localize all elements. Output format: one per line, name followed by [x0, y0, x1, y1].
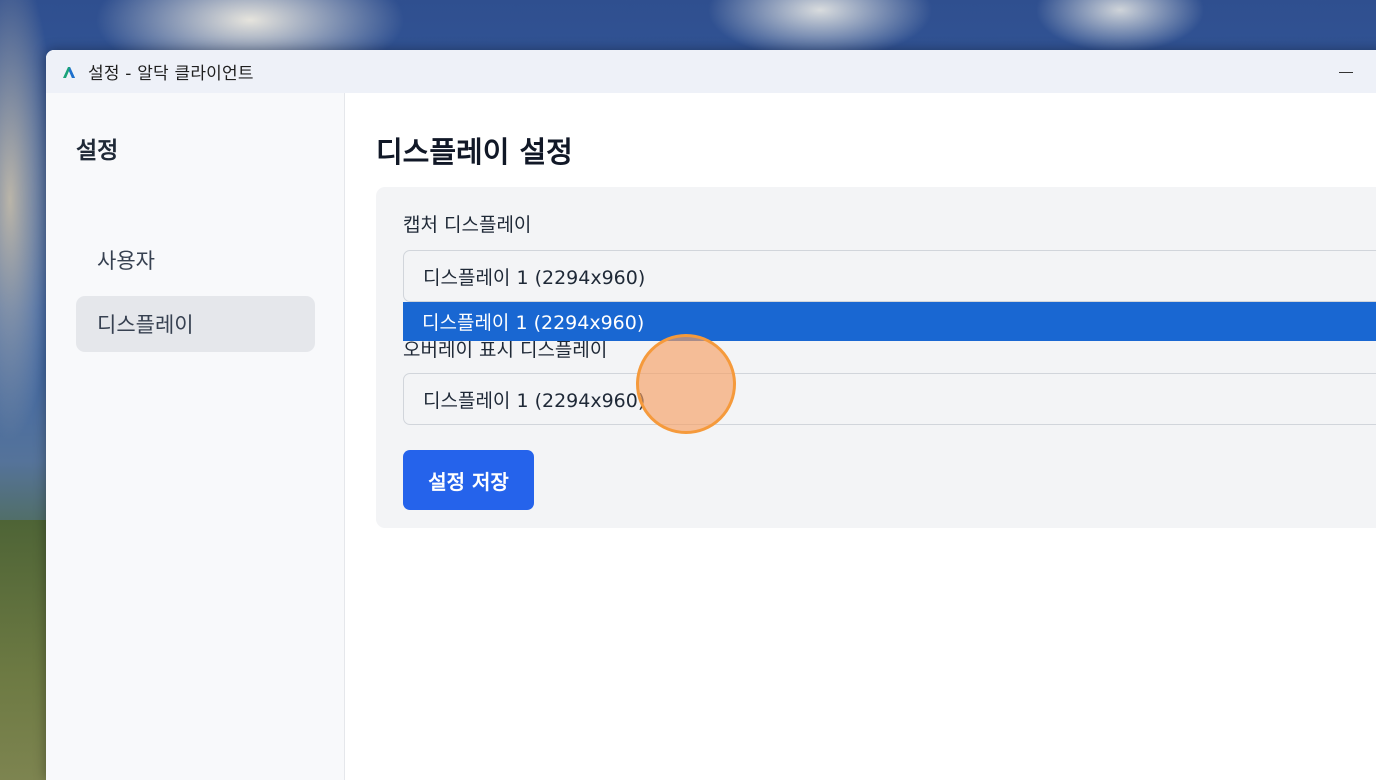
alduck-logo-icon: [60, 63, 78, 81]
sidebar-item-users[interactable]: 사용자: [76, 232, 315, 288]
capture-display-select[interactable]: 디스플레이 1 (2294x960): [403, 250, 1376, 302]
display-settings-card: 캡처 디스플레이 디스플레이 1 (2294x960) 오버레이 표시 디스플레…: [376, 187, 1376, 528]
sidebar: 설정 사용자 디스플레이: [46, 93, 345, 780]
click-indicator: [636, 334, 736, 434]
window-title: 설정 - 알닥 클라이언트: [88, 64, 254, 84]
sidebar-title: 설정: [76, 138, 119, 164]
sidebar-item-display[interactable]: 디스플레이: [76, 296, 315, 352]
main-content: 디스플레이 설정 캡처 디스플레이 디스플레이 1 (2294x960) 오버레…: [345, 93, 1376, 780]
capture-display-label: 캡처 디스플레이: [403, 214, 532, 236]
capture-display-option[interactable]: 디스플레이 1 (2294x960): [403, 302, 1376, 341]
title-bar[interactable]: 설정 - 알닥 클라이언트: [46, 50, 1376, 93]
save-settings-button[interactable]: 설정 저장: [403, 450, 534, 510]
minimize-icon[interactable]: [1336, 62, 1356, 82]
page-title: 디스플레이 설정: [376, 135, 573, 169]
overlay-display-select[interactable]: 디스플레이 1 (2294x960): [403, 373, 1376, 425]
